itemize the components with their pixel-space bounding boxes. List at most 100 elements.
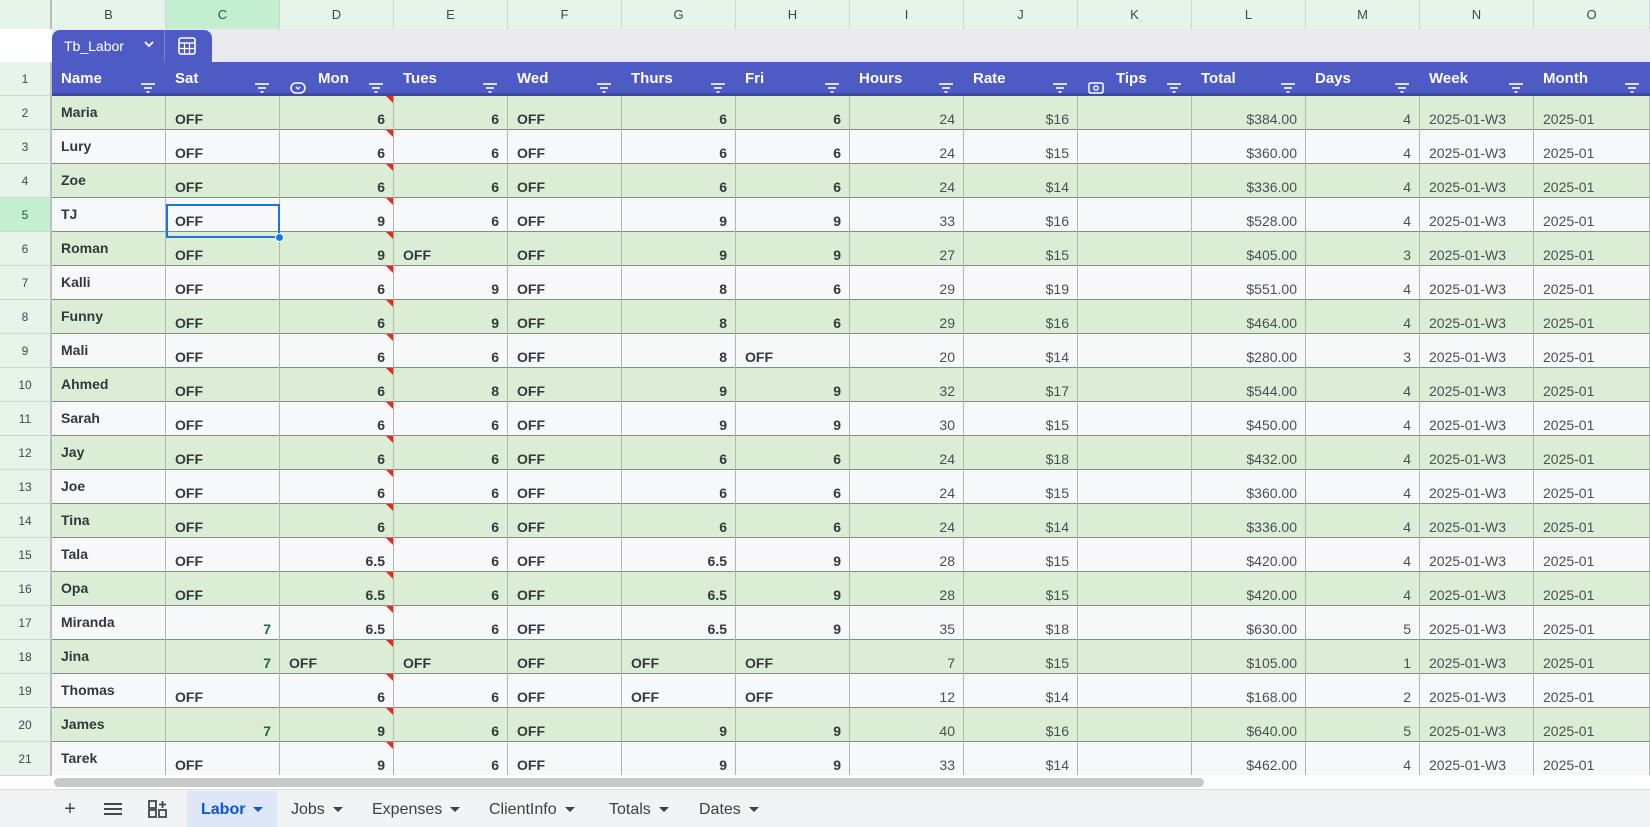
cell-thurs[interactable]: 9 (622, 742, 736, 776)
row-number-17[interactable]: 17 (0, 606, 52, 640)
cell-tips[interactable] (1078, 232, 1192, 266)
cell-hours[interactable]: 24 (850, 436, 964, 470)
row-number-10[interactable]: 10 (0, 368, 52, 402)
cell-rate[interactable]: $14 (964, 164, 1078, 198)
cell-rate[interactable]: $15 (964, 538, 1078, 572)
cell-sat[interactable]: OFF (166, 266, 280, 300)
column-letter-j[interactable]: J (964, 0, 1078, 29)
add-sheet-icon[interactable]: + (52, 790, 88, 827)
cell-week[interactable]: 2025-01-W3 (1420, 572, 1534, 606)
cell-total[interactable]: $528.00 (1192, 198, 1306, 232)
filter-icon[interactable] (1052, 73, 1068, 93)
cell-sat[interactable]: 7 (166, 708, 280, 742)
cell-name[interactable]: Jay (52, 436, 166, 470)
cell-fri[interactable]: 9 (736, 232, 850, 266)
row-number-5[interactable]: 5 (0, 198, 52, 232)
cell-month[interactable]: 2025-01 (1534, 606, 1650, 640)
cell-total[interactable]: $280.00 (1192, 334, 1306, 368)
cell-month[interactable]: 2025-01 (1534, 742, 1650, 776)
cell-name[interactable]: Mali (52, 334, 166, 368)
cell-tues[interactable]: 6 (394, 572, 508, 606)
cell-hours[interactable]: 24 (850, 96, 964, 130)
cell-name[interactable]: Funny (52, 300, 166, 334)
cell-fri[interactable]: 6 (736, 470, 850, 504)
row-number-12[interactable]: 12 (0, 436, 52, 470)
cell-week[interactable]: 2025-01-W3 (1420, 708, 1534, 742)
cell-days[interactable]: 4 (1306, 266, 1420, 300)
cell-fri[interactable]: 9 (736, 572, 850, 606)
cell-wed[interactable]: OFF (508, 164, 622, 198)
cell-week[interactable]: 2025-01-W3 (1420, 470, 1534, 504)
cell-hours[interactable]: 30 (850, 402, 964, 436)
cell-total[interactable]: $420.00 (1192, 538, 1306, 572)
sheet-groups-icon[interactable] (140, 790, 176, 827)
cell-wed[interactable]: OFF (508, 572, 622, 606)
cell-tues[interactable]: 6 (394, 334, 508, 368)
select-all-corner[interactable] (0, 0, 52, 29)
cell-mon[interactable]: 6 (280, 470, 394, 504)
cell-month[interactable]: 2025-01 (1534, 334, 1650, 368)
cell-fri[interactable]: 6 (736, 96, 850, 130)
cell-mon[interactable]: 6 (280, 368, 394, 402)
cell-month[interactable]: 2025-01 (1534, 164, 1650, 198)
column-letter-k[interactable]: K (1078, 0, 1192, 29)
cell-wed[interactable]: OFF (508, 130, 622, 164)
cell-mon[interactable]: 6 (280, 402, 394, 436)
cell-hours[interactable]: 24 (850, 164, 964, 198)
cell-tips[interactable] (1078, 198, 1192, 232)
cell-days[interactable]: 4 (1306, 164, 1420, 198)
cell-mon[interactable]: 6 (280, 96, 394, 130)
cell-mon[interactable]: 6 (280, 334, 394, 368)
cell-mon[interactable]: 6 (280, 504, 394, 538)
cell-month[interactable]: 2025-01 (1534, 266, 1650, 300)
column-letter-h[interactable]: H (736, 0, 850, 29)
cell-total[interactable]: $336.00 (1192, 504, 1306, 538)
cell-total[interactable]: $450.00 (1192, 402, 1306, 436)
cell-week[interactable]: 2025-01-W3 (1420, 538, 1534, 572)
cell-week[interactable]: 2025-01-W3 (1420, 164, 1534, 198)
column-fri-header[interactable]: Fri (736, 62, 850, 96)
cell-hours[interactable]: 29 (850, 300, 964, 334)
cell-rate[interactable]: $14 (964, 742, 1078, 776)
filter-icon[interactable] (368, 73, 384, 93)
filter-icon[interactable] (596, 73, 612, 93)
calculator-icon[interactable] (176, 37, 198, 55)
cell-tues[interactable]: 6 (394, 130, 508, 164)
cell-thurs[interactable]: 8 (622, 300, 736, 334)
cell-week[interactable]: 2025-01-W3 (1420, 504, 1534, 538)
column-letter-c[interactable]: C (166, 0, 280, 29)
cell-hours[interactable]: 32 (850, 368, 964, 402)
cell-days[interactable]: 3 (1306, 232, 1420, 266)
cell-tips[interactable] (1078, 538, 1192, 572)
cell-sat[interactable]: OFF (166, 504, 280, 538)
cell-fri[interactable]: OFF (736, 334, 850, 368)
cell-rate[interactable]: $15 (964, 640, 1078, 674)
cell-fri[interactable]: 6 (736, 266, 850, 300)
cell-rate[interactable]: $15 (964, 232, 1078, 266)
cell-fri[interactable]: 9 (736, 402, 850, 436)
tab-menu-chevron-icon[interactable] (332, 807, 343, 812)
cell-days[interactable]: 2 (1306, 674, 1420, 708)
cell-week[interactable]: 2025-01-W3 (1420, 198, 1534, 232)
cell-sat[interactable]: OFF (166, 368, 280, 402)
row-number-18[interactable]: 18 (0, 640, 52, 674)
row-number-20[interactable]: 20 (0, 708, 52, 742)
chevron-down-icon[interactable] (142, 34, 156, 54)
cell-total[interactable]: $336.00 (1192, 164, 1306, 198)
cell-name[interactable]: Kalli (52, 266, 166, 300)
cell-name[interactable]: Tina (52, 504, 166, 538)
row-number-4[interactable]: 4 (0, 164, 52, 198)
cell-rate[interactable]: $16 (964, 300, 1078, 334)
cell-tues[interactable]: 6 (394, 164, 508, 198)
table-name-chip[interactable]: Tb_Labor (52, 30, 212, 62)
cell-rate[interactable]: $16 (964, 198, 1078, 232)
cell-tips[interactable] (1078, 708, 1192, 742)
cell-wed[interactable]: OFF (508, 470, 622, 504)
horizontal-scrollbar[interactable] (52, 775, 1650, 789)
row-number-2[interactable]: 2 (0, 96, 52, 130)
cell-sat[interactable]: OFF (166, 538, 280, 572)
column-letter-f[interactable]: F (508, 0, 622, 29)
cell-wed[interactable]: OFF (508, 504, 622, 538)
cell-name[interactable]: Maria (52, 96, 166, 130)
cell-sat[interactable]: OFF (166, 674, 280, 708)
